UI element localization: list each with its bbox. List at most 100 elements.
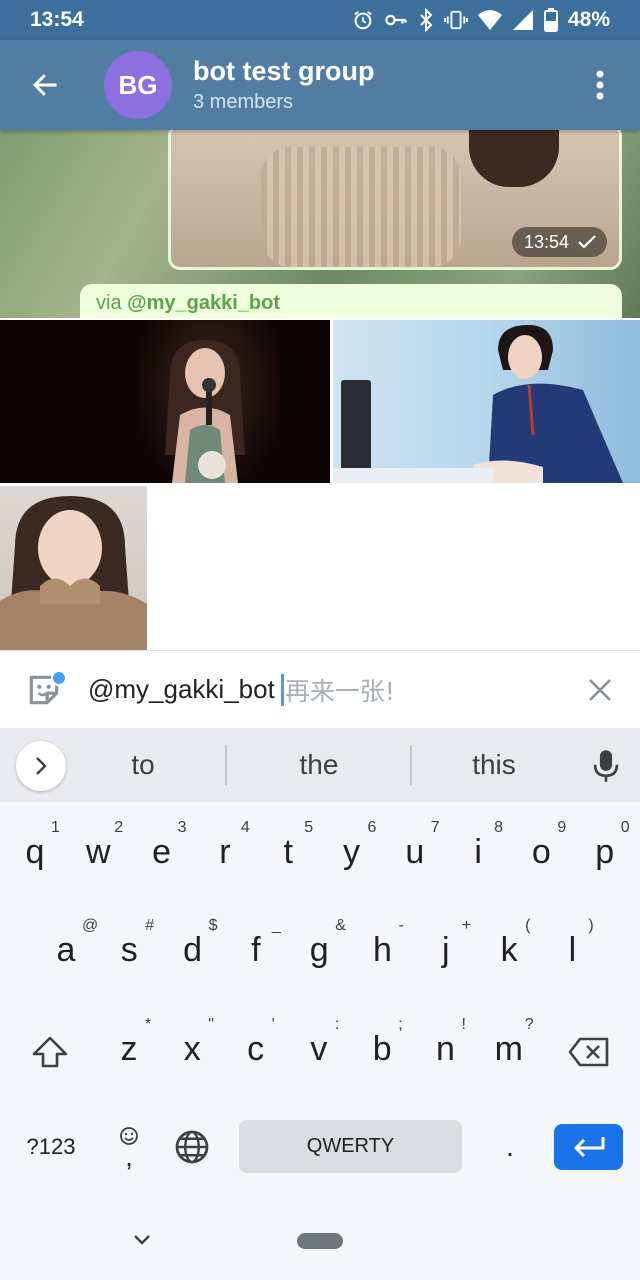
space-key[interactable]: QWERTY (239, 1120, 462, 1173)
vibrate-icon (444, 10, 468, 30)
key-x[interactable]: " x (160, 1004, 224, 1094)
photo-message[interactable]: 13:54 (168, 130, 622, 270)
key-label: i (474, 832, 482, 871)
suggestion-divider (410, 745, 412, 785)
key-hint: & (335, 917, 346, 934)
microphone-icon (593, 750, 619, 782)
key-label: x (183, 1029, 201, 1068)
suggestion-word[interactable]: this (413, 728, 575, 802)
key-l[interactable]: ) l (540, 905, 604, 995)
key-label: f (251, 930, 261, 969)
chat-header: BG bot test group 3 members (0, 40, 640, 130)
sticker-button[interactable] (0, 651, 88, 729)
chat-info[interactable]: bot test group 3 members (193, 54, 374, 116)
key-w[interactable]: 2w (66, 807, 130, 897)
key-hint: " (208, 1016, 214, 1033)
status-bar: 13:54 48% (0, 0, 640, 40)
key-u[interactable]: 7u (383, 807, 447, 897)
chat-messages: 13:54 via @my_gakki_bot (0, 130, 640, 318)
message-input[interactable]: @my_gakki_bot 再来一张! (88, 672, 395, 708)
key-e[interactable]: 3e (130, 807, 194, 897)
key-n[interactable]: ! n (414, 1004, 478, 1094)
key-hint: ; (398, 1016, 403, 1033)
clear-input-button[interactable] (560, 651, 640, 729)
key-hint: ! (461, 1016, 466, 1033)
status-time: 13:54 (30, 8, 84, 31)
key-g[interactable]: & g (287, 905, 351, 995)
enter-key[interactable] (554, 1124, 623, 1170)
key-c[interactable]: ' c (224, 1004, 288, 1094)
suggestion-word[interactable]: to (80, 728, 206, 802)
key-label: g (309, 930, 329, 969)
hide-keyboard-button[interactable] (122, 1220, 162, 1260)
photo-hair (469, 130, 559, 187)
message-time-badge: 13:54 (511, 227, 607, 257)
key-hint: ? (524, 1016, 534, 1033)
vpn-key-icon (385, 14, 407, 26)
key-m[interactable]: ? m (477, 1004, 541, 1094)
message-time: 13:54 (523, 231, 569, 252)
key-v[interactable]: :v (287, 1004, 351, 1094)
back-button[interactable] (0, 40, 90, 130)
via-bot-link[interactable]: @my_gakki_bot (127, 292, 280, 314)
language-key[interactable] (168, 1120, 216, 1173)
battery-percent: 48% (567, 8, 610, 31)
status-icons: 48% (352, 8, 610, 32)
key-p[interactable]: 0p (573, 807, 637, 897)
group-avatar[interactable]: BG (104, 51, 172, 119)
key-label: c (247, 1029, 265, 1068)
result-3-photo (0, 496, 147, 650)
voice-input-button[interactable] (580, 740, 632, 792)
key-hint: @ (82, 917, 99, 934)
key-b[interactable]: ; b (350, 1004, 414, 1094)
symbols-key[interactable]: ?123 (14, 1120, 88, 1173)
backspace-key[interactable] (560, 1012, 618, 1092)
key-r[interactable]: 4r (193, 807, 257, 897)
key-hint: ( (525, 917, 531, 934)
key-k[interactable]: (k (477, 905, 541, 995)
key-hint: 9 (557, 819, 567, 836)
key-hint: 2 (114, 819, 124, 836)
key-label: n (436, 1029, 455, 1068)
key-label: t (283, 832, 293, 871)
key-f[interactable]: _ f (224, 905, 288, 995)
backspace-icon (568, 1037, 609, 1067)
key-label: p (595, 832, 615, 871)
suggestion-expand-button[interactable] (16, 741, 66, 791)
key-t[interactable]: 5t (256, 807, 320, 897)
key-hint: 5 (304, 819, 314, 836)
key-i[interactable]: 8i (446, 807, 510, 897)
key-label: l (568, 930, 577, 969)
home-gesture-pill[interactable] (297, 1233, 343, 1249)
key-label: z (120, 1029, 138, 1068)
key-label: k (500, 930, 518, 969)
comma-key[interactable]: , (106, 1114, 152, 1180)
inline-result-2[interactable] (333, 320, 640, 483)
key-hint: 3 (177, 819, 187, 836)
enter-icon (574, 1137, 604, 1158)
key-d[interactable]: $ d (161, 905, 225, 995)
key-h[interactable]: -h (351, 905, 415, 995)
key-o[interactable]: 9o (509, 807, 573, 897)
key-hint: * (145, 1016, 152, 1033)
key-q[interactable]: 1q (3, 807, 67, 897)
inline-result-1[interactable] (0, 320, 330, 483)
battery-icon (543, 8, 558, 32)
more-menu-button[interactable] (560, 40, 640, 130)
chevron-down-icon (134, 1235, 150, 1245)
suggestion-word[interactable]: the (228, 728, 410, 802)
key-s[interactable]: # s (97, 905, 161, 995)
navigation-bar (0, 1200, 640, 1280)
key-j[interactable]: + j (414, 905, 478, 995)
period-key[interactable]: . (486, 1120, 534, 1173)
key-y[interactable]: 6y (320, 807, 384, 897)
globe-icon (175, 1130, 209, 1163)
key-hint: - (398, 917, 404, 934)
key-z[interactable]: * z (97, 1004, 161, 1094)
inline-result-3[interactable] (0, 486, 147, 650)
key-label: a (56, 930, 76, 969)
shift-key[interactable] (21, 1012, 79, 1092)
inline-results-grid (0, 318, 640, 650)
key-a[interactable]: @ a (34, 905, 99, 995)
check-icon (578, 235, 596, 249)
